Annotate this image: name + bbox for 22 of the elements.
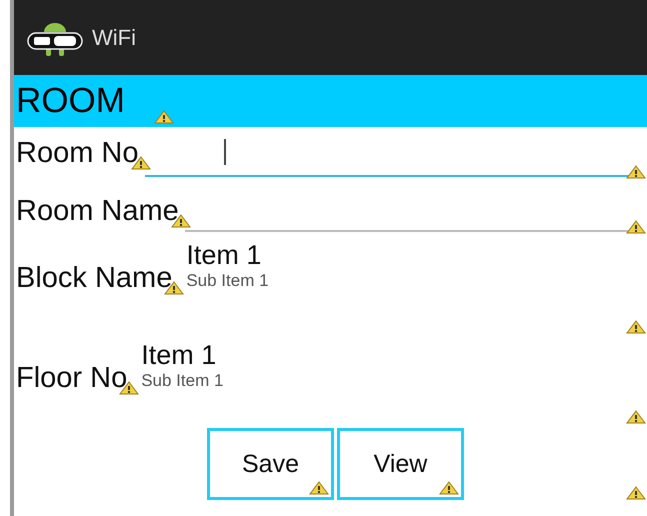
spinner-sub-item: Sub Item 1 [141, 371, 224, 391]
action-button[interactable]: View [337, 428, 464, 500]
field-label: Block Name [16, 262, 172, 295]
warning-icon [154, 110, 174, 124]
spinner-item: Item 1 [141, 340, 218, 371]
warning-icon [626, 320, 646, 334]
spinner-sub-item: Sub Item 1 [186, 271, 269, 291]
dropdown-spinner[interactable]: Item 1 Sub Item 1 [186, 240, 269, 291]
warning-icon [626, 165, 646, 179]
warning-icon [439, 481, 459, 495]
warning-icon [626, 410, 646, 424]
field-label: Room No [16, 137, 138, 170]
app-title: WiFi [92, 24, 136, 50]
field-label: Room Name [16, 195, 179, 228]
spinner-item: Item 1 [186, 240, 262, 271]
action-button[interactable]: Save [207, 428, 334, 500]
field-label: Floor No [16, 362, 128, 395]
warning-icon [626, 220, 646, 234]
header-title: ROOM [16, 81, 125, 121]
dropdown-spinner[interactable]: Item 1 Sub Item 1 [141, 340, 224, 391]
warning-icon [309, 481, 329, 495]
warning-icon [626, 486, 646, 500]
